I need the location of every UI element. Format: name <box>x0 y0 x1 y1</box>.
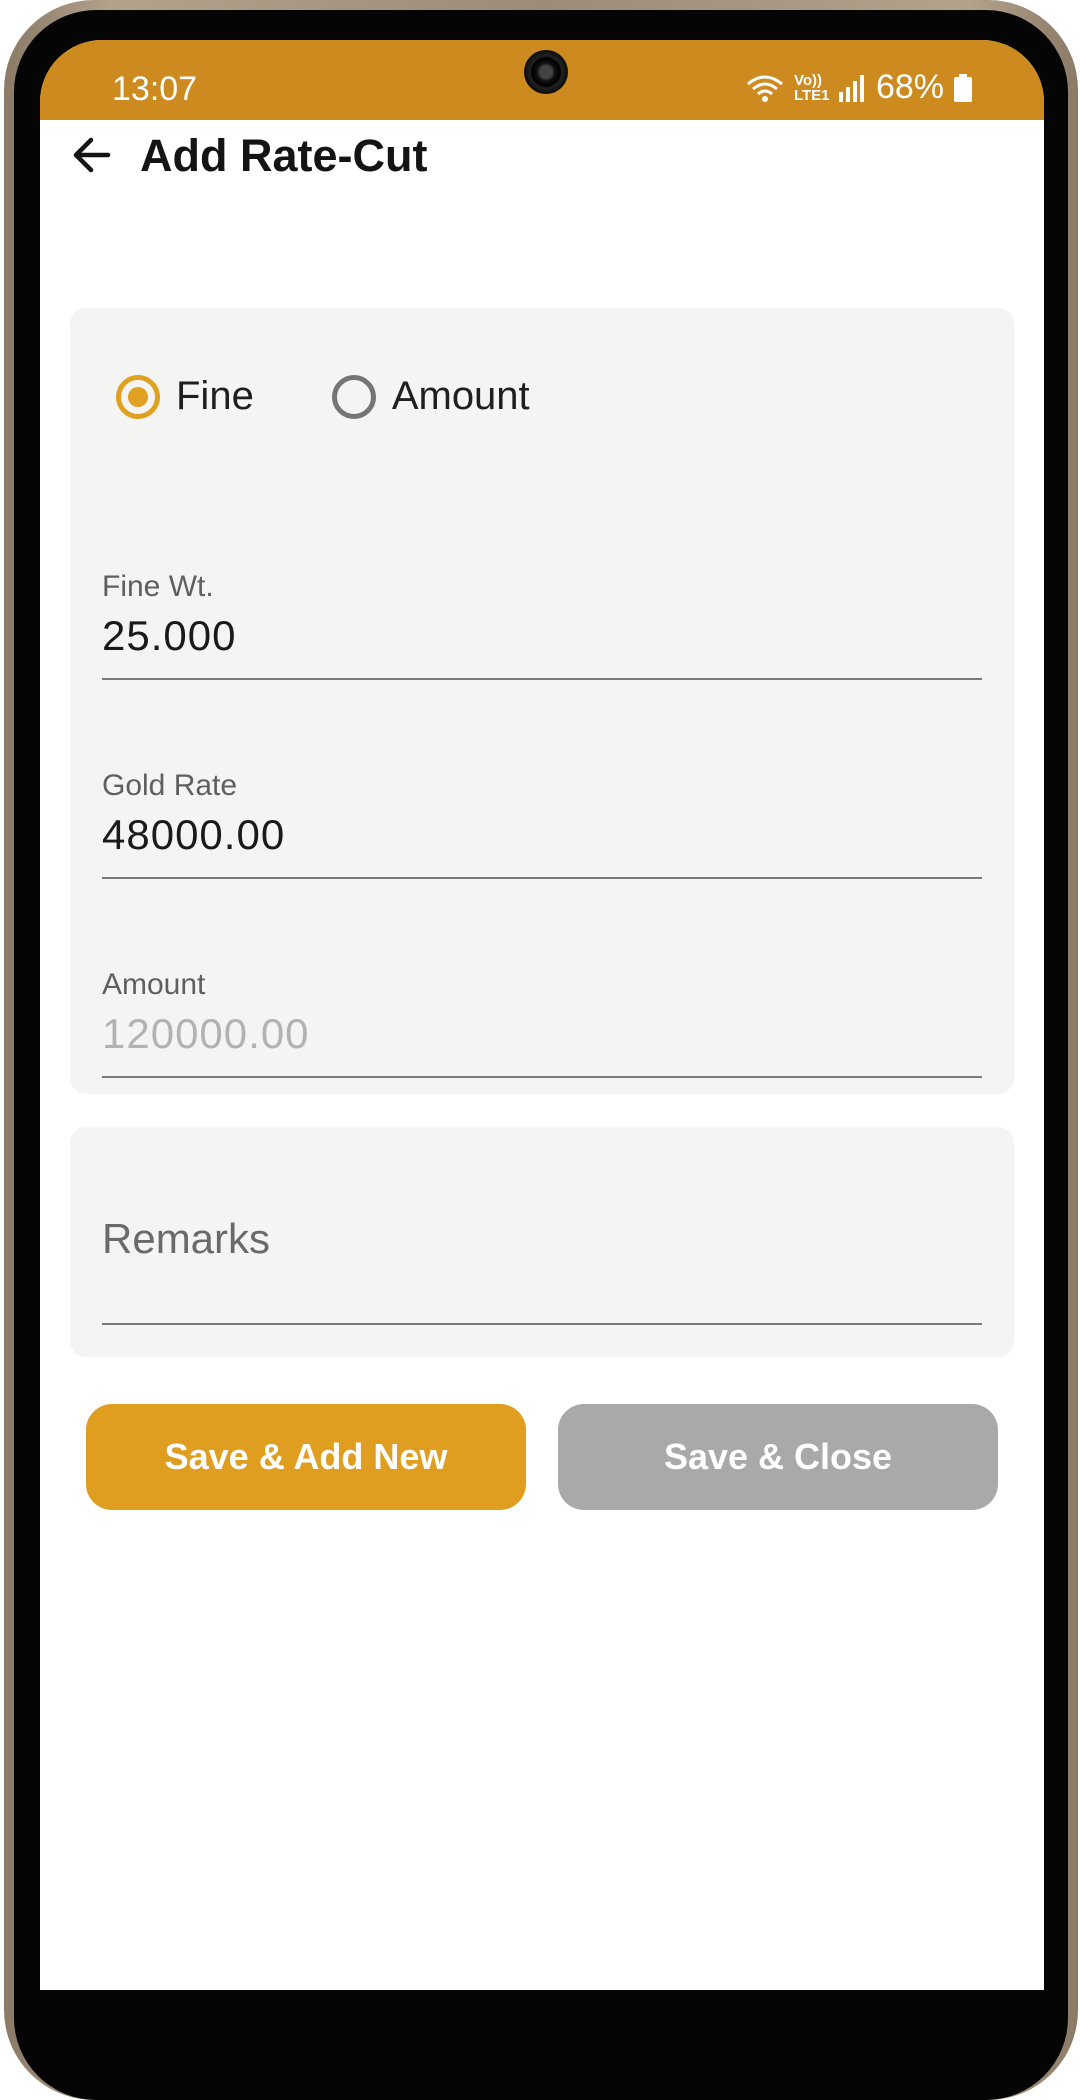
amount-underline <box>102 1076 982 1078</box>
page-title: Add Rate-Cut <box>140 130 428 181</box>
remarks-card: Remarks <box>70 1127 1014 1357</box>
gold-rate-underline <box>102 877 982 879</box>
fine-wt-label: Fine Wt. <box>102 570 214 603</box>
status-time: 13:07 <box>112 70 198 108</box>
radio-option-amount[interactable]: Amount <box>331 374 530 419</box>
battery-percent: 68% <box>875 68 944 106</box>
radio-checked-icon <box>116 374 160 419</box>
save-add-new-button[interactable]: Save & Add New <box>86 1404 526 1510</box>
gold-rate-field[interactable]: Gold Rate 48000.00 <box>102 769 982 879</box>
save-close-button[interactable]: Save & Close <box>558 1404 998 1510</box>
gold-rate-label: Gold Rate <box>102 769 238 802</box>
arrow-left-icon <box>73 137 111 173</box>
battery-icon <box>954 73 972 102</box>
front-camera-icon <box>524 50 568 94</box>
rate-cut-type-radio-group: Fine Amount <box>116 374 608 419</box>
fine-wt-field[interactable]: Fine Wt. 25.000 <box>102 570 982 680</box>
status-bar: 13:07 Vo)) LTE1 68% <box>40 40 1044 120</box>
signal-icon <box>838 74 864 102</box>
radio-label-fine: Fine <box>176 374 254 418</box>
amount-field: Amount 120000.00 <box>102 968 982 1078</box>
network-type-label: Vo)) LTE1 <box>793 71 830 104</box>
remarks-underline <box>102 1323 982 1325</box>
amount-label: Amount <box>102 968 206 1001</box>
rate-cut-form-card: Fine Amount Fine Wt. 25.000 Gold Rate 48… <box>70 308 1014 1094</box>
radio-unchecked-icon <box>331 374 376 419</box>
wifi-icon <box>746 75 783 102</box>
radio-option-fine[interactable]: Fine <box>116 374 254 419</box>
screen: 13:07 Vo)) LTE1 68% Add Rate-Cut Fine Am… <box>40 40 1044 1990</box>
fine-wt-underline <box>102 678 982 680</box>
amount-input: 120000.00 <box>102 1010 310 1057</box>
status-icons: Vo)) LTE1 68% <box>746 68 972 107</box>
back-button[interactable] <box>64 125 124 185</box>
gold-rate-input[interactable]: 48000.00 <box>102 811 982 859</box>
fine-wt-input[interactable]: 25.000 <box>102 612 982 660</box>
remarks-input[interactable]: Remarks <box>102 1215 270 1263</box>
radio-label-amount: Amount <box>391 374 530 418</box>
